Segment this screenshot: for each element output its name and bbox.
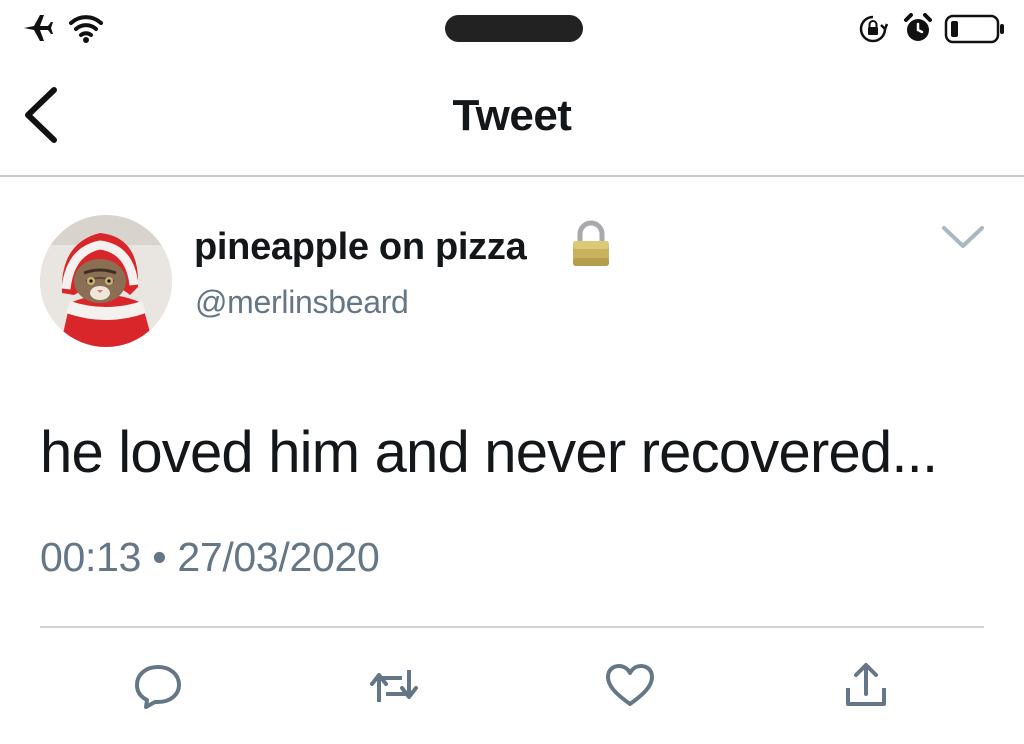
- display-name[interactable]: pineapple on pizza: [194, 224, 527, 270]
- page-title: Tweet: [452, 91, 572, 140]
- wifi-icon: [68, 12, 104, 44]
- content-divider: [40, 626, 984, 628]
- avatar[interactable]: [40, 215, 172, 347]
- status-bar: [0, 0, 1024, 60]
- more-options-chevron-icon[interactable]: [940, 222, 986, 252]
- heart-icon: [606, 664, 654, 706]
- alarm-icon: [902, 12, 934, 44]
- tweet-timestamp: 00:13 • 27/03/2020: [40, 534, 380, 580]
- rotation-lock-icon: [858, 14, 888, 44]
- like-button[interactable]: [602, 660, 658, 712]
- user-handle[interactable]: @merlinsbeard: [195, 282, 409, 322]
- battery-icon: [944, 12, 1006, 46]
- share-icon: [846, 663, 886, 706]
- tweet-text: he loved him and never recovered...: [40, 420, 938, 485]
- dynamic-island: [445, 15, 583, 42]
- reply-icon: [135, 665, 181, 709]
- retweet-button[interactable]: [366, 660, 422, 712]
- airplane-mode-icon: [22, 12, 54, 44]
- protected-lock-icon: [570, 220, 612, 268]
- share-button[interactable]: [838, 660, 894, 712]
- retweet-icon: [370, 670, 418, 702]
- reply-button[interactable]: [130, 660, 186, 712]
- cat-in-santa-hood-image: [40, 215, 172, 347]
- nav-divider: [0, 175, 1024, 177]
